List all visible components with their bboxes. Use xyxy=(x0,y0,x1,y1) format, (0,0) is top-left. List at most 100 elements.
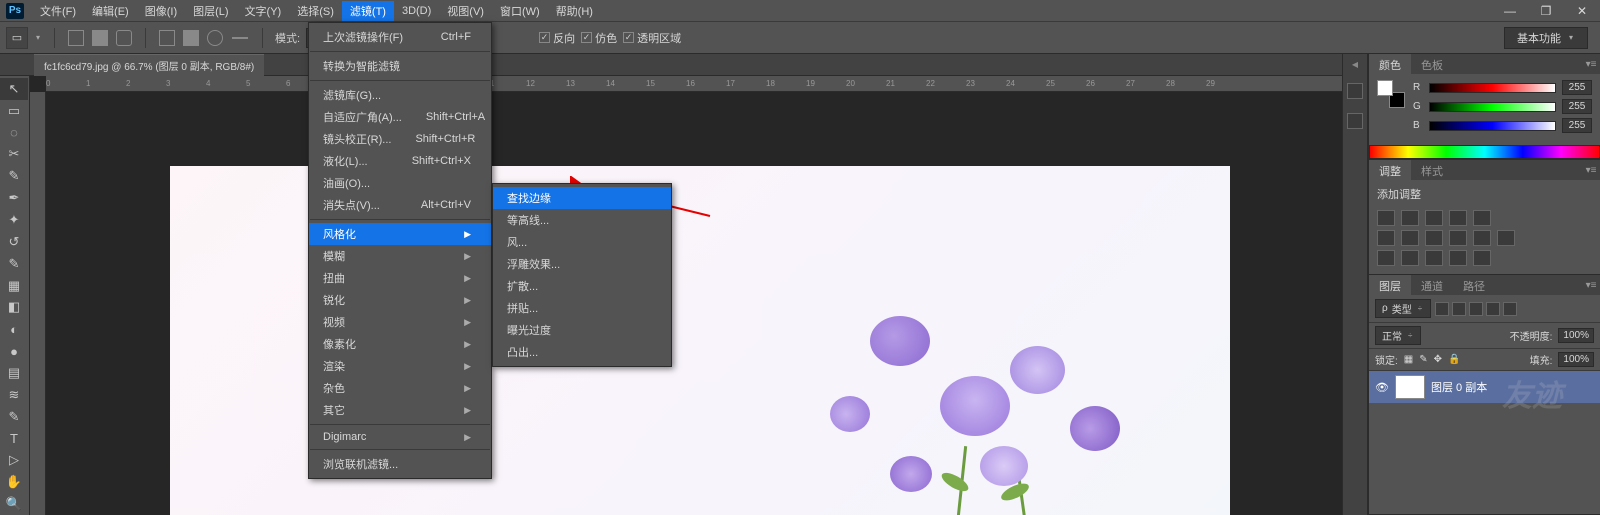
adj-gradmap-icon[interactable] xyxy=(1449,250,1467,266)
b-slider[interactable] xyxy=(1429,121,1556,131)
adj-hue-icon[interactable] xyxy=(1377,230,1395,246)
tool-eraser[interactable]: ◧ xyxy=(0,296,28,318)
adj-bw-icon[interactable] xyxy=(1425,230,1443,246)
g-slider[interactable] xyxy=(1429,102,1556,112)
adj-vibrance-icon[interactable] xyxy=(1473,210,1491,226)
window-close[interactable]: ✕ xyxy=(1564,4,1600,18)
tab-paths[interactable]: 路径 xyxy=(1453,275,1495,295)
adj-colorbal-icon[interactable] xyxy=(1401,230,1419,246)
menu-3d[interactable]: 3D(D) xyxy=(394,3,439,19)
mi-adaptive-wide[interactable]: 自适应广角(A)...Shift+Ctrl+A xyxy=(309,106,491,128)
tool-crop[interactable]: ✎ xyxy=(0,165,28,187)
workspace-switcher[interactable]: 基本功能▾ xyxy=(1504,27,1588,49)
shape-rect-icon[interactable] xyxy=(68,30,84,46)
adj-curves-icon[interactable] xyxy=(1425,210,1443,226)
tab-styles[interactable]: 样式 xyxy=(1411,160,1453,180)
mi-filter-gallery[interactable]: 滤镜库(G)... xyxy=(309,84,491,106)
mi-extrude[interactable]: 凸出... xyxy=(493,341,671,363)
tool-stamp[interactable]: ✎ xyxy=(0,253,28,275)
mi-vanishing-point[interactable]: 消失点(V)...Alt+Ctrl+V xyxy=(309,194,491,216)
tab-color[interactable]: 颜色 xyxy=(1369,54,1411,74)
lock-pixels-icon[interactable]: ▦ xyxy=(1404,354,1413,365)
shape-outline-icon[interactable] xyxy=(159,30,175,46)
tab-layers[interactable]: 图层 xyxy=(1369,275,1411,295)
tool-lasso[interactable]: ◌ xyxy=(0,122,28,144)
menu-layer[interactable]: 图层(L) xyxy=(185,1,236,21)
fill-value[interactable]: 100% xyxy=(1558,352,1594,367)
layer-name[interactable]: 图层 0 副本 xyxy=(1431,379,1487,395)
menu-file[interactable]: 文件(F) xyxy=(32,1,84,21)
layer-visibility-icon[interactable]: 👁 xyxy=(1375,381,1389,394)
tool-eyedropper[interactable]: ✒ xyxy=(0,187,28,209)
r-value[interactable]: 255 xyxy=(1562,80,1592,95)
shape-fill-icon[interactable] xyxy=(183,30,199,46)
adj-lookup-icon[interactable] xyxy=(1497,230,1515,246)
filter-adjust-icon[interactable] xyxy=(1452,302,1466,316)
shape-line-icon[interactable] xyxy=(232,37,248,39)
mi-blur[interactable]: 模糊▶ xyxy=(309,245,491,267)
menu-window[interactable]: 窗口(W) xyxy=(492,1,548,21)
tool-hand[interactable]: ✋ xyxy=(0,471,28,493)
mi-contour[interactable]: 等高线... xyxy=(493,209,671,231)
window-maximize[interactable]: ❐ xyxy=(1528,4,1564,18)
adj-brightness-icon[interactable] xyxy=(1377,210,1395,226)
menu-filter[interactable]: 滤镜(T) xyxy=(342,1,394,21)
r-slider[interactable] xyxy=(1429,83,1556,93)
tool-brush[interactable]: ↺ xyxy=(0,231,28,253)
adj-levels-icon[interactable] xyxy=(1401,210,1419,226)
layer-filter-kind[interactable]: ρ 类型 ÷ xyxy=(1375,299,1431,318)
color-panel-menu[interactable]: ▾≡ xyxy=(1582,54,1600,74)
tool-healing[interactable]: ✦ xyxy=(0,209,28,231)
adj-invert-icon[interactable] xyxy=(1377,250,1395,266)
tool-type[interactable]: ✎ xyxy=(0,406,28,428)
mi-find-edges[interactable]: 查找边缘 xyxy=(493,187,671,209)
check-reverse[interactable]: ✓反向 xyxy=(539,30,575,46)
mi-diffuse[interactable]: 扩散... xyxy=(493,275,671,297)
menu-type[interactable]: 文字(Y) xyxy=(237,1,290,21)
tool-quick-select[interactable]: ✂ xyxy=(0,144,28,166)
tab-channels[interactable]: 通道 xyxy=(1411,275,1453,295)
tool-move[interactable]: ↖ xyxy=(0,78,28,100)
lock-all-icon[interactable]: 🔒 xyxy=(1448,354,1460,365)
dock-properties-icon[interactable] xyxy=(1347,113,1363,129)
document-tab[interactable]: fc1fc6cd79.jpg @ 66.7% (图层 0 副本, RGB/8#) xyxy=(34,54,264,76)
tool-shape[interactable]: ▷ xyxy=(0,449,28,471)
tool-blur[interactable]: ● xyxy=(0,340,28,362)
mi-tiles[interactable]: 拼贴... xyxy=(493,297,671,319)
mi-lens-correction[interactable]: 镜头校正(R)...Shift+Ctrl+R xyxy=(309,128,491,150)
opacity-value[interactable]: 100% xyxy=(1558,328,1594,343)
blend-mode-combo[interactable]: 正常 ÷ xyxy=(1375,326,1421,345)
tool-pen[interactable]: ≋ xyxy=(0,384,28,406)
mi-oil-paint[interactable]: 油画(O)... xyxy=(309,172,491,194)
layers-panel-menu[interactable]: ▾≡ xyxy=(1582,275,1600,295)
mi-video[interactable]: 视频▶ xyxy=(309,311,491,333)
check-dither[interactable]: ✓仿色 xyxy=(581,30,617,46)
tool-preset-chev[interactable]: ▾ xyxy=(34,33,42,42)
shape-roundrect-icon[interactable] xyxy=(116,30,132,46)
mi-solarize[interactable]: 曝光过度 xyxy=(493,319,671,341)
mi-distort[interactable]: 扭曲▶ xyxy=(309,267,491,289)
mi-browse-online[interactable]: 浏览联机滤镜... xyxy=(309,453,491,475)
mi-stylize[interactable]: 风格化▶ xyxy=(309,223,491,245)
adj-photofilter-icon[interactable] xyxy=(1449,230,1467,246)
shape-circ-icon[interactable] xyxy=(207,30,223,46)
mi-last-filter[interactable]: 上次滤镜操作(F)Ctrl+F xyxy=(309,26,491,48)
tab-swatches[interactable]: 色板 xyxy=(1411,54,1453,74)
window-minimize[interactable]: — xyxy=(1492,4,1528,18)
current-tool-icon[interactable]: ▭ xyxy=(6,27,28,49)
b-value[interactable]: 255 xyxy=(1562,118,1592,133)
lock-position-icon[interactable]: ✎ xyxy=(1419,354,1427,365)
menu-edit[interactable]: 编辑(E) xyxy=(84,1,137,21)
tool-path-select[interactable]: T xyxy=(0,428,28,450)
g-value[interactable]: 255 xyxy=(1562,99,1592,114)
adj-selcolor-icon[interactable] xyxy=(1473,250,1491,266)
mi-pixelate[interactable]: 像素化▶ xyxy=(309,333,491,355)
layer-thumbnail[interactable] xyxy=(1395,375,1425,399)
mi-liquify[interactable]: 液化(L)...Shift+Ctrl+X xyxy=(309,150,491,172)
tab-adjustments[interactable]: 调整 xyxy=(1369,160,1411,180)
mi-digimarc[interactable]: Digimarc▶ xyxy=(309,428,491,446)
tool-gradient[interactable]: ◐ xyxy=(0,318,28,340)
lock-move-icon[interactable]: ✥ xyxy=(1434,354,1442,365)
adj-posterize-icon[interactable] xyxy=(1401,250,1419,266)
filter-pixel-icon[interactable] xyxy=(1435,302,1449,316)
